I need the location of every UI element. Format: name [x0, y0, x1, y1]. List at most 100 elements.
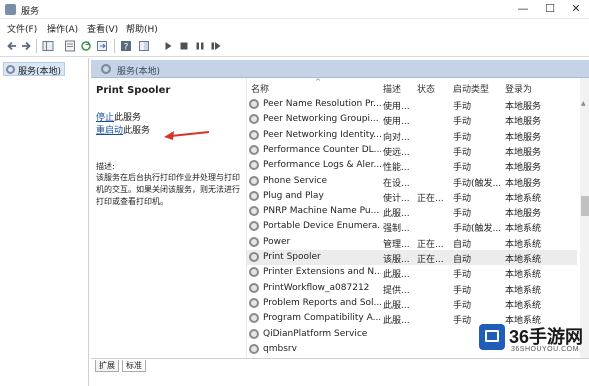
maximize-button[interactable]: ☐ [540, 2, 560, 16]
scrollbar-thumb[interactable] [581, 196, 589, 216]
cell-startup: 手动 [453, 285, 472, 296]
cell-startup: 手动 [453, 270, 472, 281]
cell-startup: 手动 [453, 300, 472, 311]
cell-logon: 本地服务 [505, 147, 542, 158]
cell-desc: 使远... [383, 147, 410, 158]
column-header-log-on-as[interactable]: 登录为 [505, 82, 532, 95]
service-gear-icon [249, 206, 259, 217]
refresh-icon[interactable] [80, 40, 92, 52]
window-title: 服务 [21, 7, 40, 17]
cell-logon: 本地服务 [505, 117, 542, 128]
toolbar-separator [36, 39, 37, 53]
service-gear-icon [249, 160, 259, 171]
close-button[interactable]: ✕ [566, 2, 586, 16]
table-row[interactable]: Phone Service 在设... 手动(触发... 本地服务 [247, 174, 577, 189]
service-gear-icon [249, 129, 259, 140]
cell-logon: 本地服务 [505, 102, 542, 112]
cell-startup: 自动 [453, 239, 472, 250]
tree-item-services-local[interactable]: 服务(本地) [3, 62, 66, 77]
cell-name: PrintWorkflow_a087212 [263, 282, 370, 293]
show-hide-icon[interactable] [138, 40, 150, 52]
table-row[interactable]: Peer Name Resolution Pr... 使用... 手动 本地服务 [247, 97, 577, 112]
watermark-url: 36SHOUYOU.COM [511, 346, 579, 353]
cell-startup: 手动(触发... [453, 224, 502, 235]
service-details-pane: Print Spooler 停止此服务 重启动此服务 描述: 该服务在后台执行打… [91, 78, 246, 378]
tab-extended[interactable]: 扩展 [95, 360, 119, 372]
table-row[interactable]: PNRP Machine Name Pu... 此服... 手动 本地服务 [247, 204, 577, 219]
table-row[interactable]: Print Spooler 该服... 正在... 自动 本地系统 [247, 250, 577, 265]
service-gear-icon [249, 282, 259, 293]
cell-name: Peer Name Resolution Pr... [263, 99, 381, 109]
service-gear-icon [249, 99, 259, 109]
cell-desc: 此服... [383, 209, 410, 220]
table-row[interactable]: Performance Counter DL... 使远... 手动 本地服务 [247, 143, 577, 158]
cell-logon: 本地服务 [505, 209, 542, 220]
service-gear-icon [249, 343, 259, 354]
cell-name: Program Compatibility A... [263, 313, 381, 324]
gear-icon [101, 64, 111, 74]
restart-service-action: 重启动此服务 [96, 123, 150, 136]
help-icon[interactable]: ? [120, 40, 132, 52]
scroll-up-icon[interactable]: ▲ [581, 100, 586, 107]
table-row[interactable]: Performance Logs & Aler... 性能... 手动 本地服务 [247, 158, 577, 173]
table-row[interactable]: Portable Device Enumera... 强制... 手动(触发... 本… [247, 219, 577, 234]
cell-logon: 本地系统 [505, 270, 542, 281]
site-watermark: 36手游网 36SHOUYOU.COM [476, 320, 589, 360]
cell-logon: 本地系统 [505, 300, 542, 311]
forward-icon[interactable] [20, 40, 32, 52]
description-label: 描述: [96, 162, 115, 171]
tab-standard[interactable]: 标准 [122, 360, 146, 372]
toolbar: ? [0, 35, 589, 57]
stop-service-action: 停止此服务 [96, 110, 141, 123]
cell-desc: 此服... [383, 300, 410, 311]
pause-icon[interactable] [194, 40, 206, 52]
table-row[interactable]: Power 管理... 正在... 自动 本地系统 [247, 235, 577, 250]
table-row[interactable]: Printer Extensions and N... 此服... 手动 本地系统 [247, 265, 577, 280]
column-header-description[interactable]: 描述 [383, 82, 401, 95]
cell-desc: 强制... [383, 224, 410, 235]
stop-service-link[interactable]: 停止 [96, 113, 114, 123]
cell-status: 正在... [417, 193, 444, 204]
table-row[interactable]: PrintWorkflow_a087212 提供... 手动 本地系统 [247, 281, 577, 296]
start-icon[interactable] [162, 40, 174, 52]
restart-icon[interactable] [210, 40, 222, 52]
cell-desc: 使计... [383, 193, 410, 204]
table-row[interactable]: Peer Networking Identity... 向对... 手动 本地服务 [247, 128, 577, 143]
menu-help[interactable]: 帮助(H) [126, 22, 158, 35]
service-gear-icon [249, 190, 259, 201]
table-row[interactable]: Problem Reports and Sol... 此服... 手动 本地系统 [247, 296, 577, 311]
cell-name: Problem Reports and Sol... [263, 297, 381, 308]
sort-caret-icon: ^ [315, 78, 321, 86]
view-tabs: 扩展 标准 [91, 358, 589, 386]
cell-name: Plug and Play [263, 190, 324, 201]
minimize-button[interactable]: — [513, 2, 533, 16]
service-gear-icon [249, 313, 259, 324]
cell-desc: 使用... [383, 102, 410, 112]
table-row[interactable]: Peer Networking Groupi... 使用... 手动 本地服务 [247, 112, 577, 127]
cell-name: Performance Logs & Aler... [263, 160, 381, 171]
column-header-name[interactable]: 名称 [251, 82, 269, 95]
cell-name: Printer Extensions and N... [263, 267, 381, 278]
cell-name: Peer Networking Identity... [263, 129, 381, 140]
vertical-scrollbar[interactable]: ▲ [580, 78, 589, 358]
table-row[interactable]: Plug and Play 使计... 正在... 手动 本地系统 [247, 189, 577, 204]
cell-name: qmbsrv [263, 343, 297, 354]
cell-status: 正在... [417, 255, 444, 265]
properties-icon[interactable] [64, 40, 76, 52]
main-pane-title: 服务(本地) [117, 67, 161, 77]
services-app-icon [5, 4, 16, 15]
export-icon[interactable] [96, 40, 108, 52]
column-header-startup-type[interactable]: 启动类型 [453, 82, 489, 95]
menu-file[interactable]: 文件(F) [7, 22, 37, 35]
menu-action[interactable]: 操作(A) [47, 22, 78, 35]
stop-icon[interactable] [178, 40, 190, 52]
restart-service-link[interactable]: 重启动 [96, 126, 123, 136]
toolbar-separator [114, 39, 115, 53]
console-tree-icon[interactable] [42, 40, 54, 52]
restart-service-suffix: 此服务 [123, 126, 151, 136]
site-logo-icon [479, 324, 505, 350]
column-header-status[interactable]: 状态 [417, 82, 435, 95]
service-gear-icon [249, 328, 259, 339]
menu-view[interactable]: 查看(V) [87, 22, 118, 35]
back-icon[interactable] [6, 40, 18, 52]
